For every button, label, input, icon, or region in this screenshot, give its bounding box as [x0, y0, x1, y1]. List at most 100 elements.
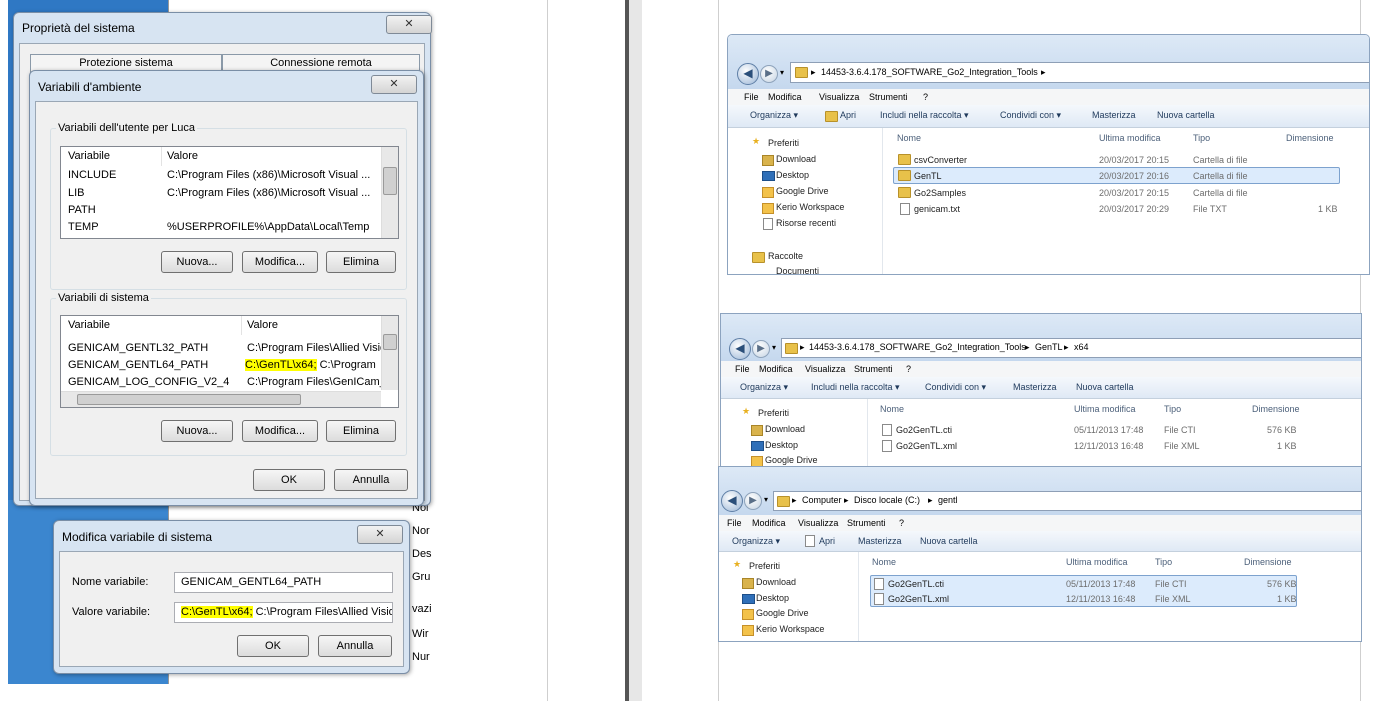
back-icon[interactable]: ◀: [737, 63, 759, 85]
nav-item-google-drive[interactable]: Google Drive: [776, 186, 829, 196]
column-header-valore[interactable]: Valore: [167, 147, 198, 166]
vertical-scrollbar[interactable]: [381, 147, 398, 238]
table-row-name[interactable]: LIB: [68, 187, 85, 199]
column-header-modified[interactable]: Ultima modifica: [1074, 404, 1136, 414]
menu-item-modifica[interactable]: Modifica: [759, 364, 793, 374]
column-header-name[interactable]: Nome: [897, 133, 921, 143]
menu-item-modifica[interactable]: Modifica: [768, 92, 802, 102]
burn-button[interactable]: Masterizza: [1013, 382, 1057, 392]
organize-button[interactable]: Organizza ▾: [740, 382, 788, 393]
table-row-name[interactable]: TEMP: [68, 221, 99, 233]
file-name[interactable]: Go2GenTL.cti: [896, 425, 952, 435]
column-header-size[interactable]: Dimensione: [1286, 133, 1334, 143]
address-bar[interactable]: ▸ 14453-3.6.4.178_SOFTWARE_Go2_Integrati…: [781, 338, 1361, 358]
breadcrumb-item[interactable]: Disco locale (C:): [854, 495, 920, 505]
include-library-button[interactable]: Includi nella raccolta ▾: [811, 382, 900, 393]
menu-item-strumenti[interactable]: Strumenti: [847, 518, 886, 528]
breadcrumb-item[interactable]: GenTL: [1035, 342, 1063, 352]
nav-item-desktop[interactable]: Desktop: [776, 170, 809, 180]
table-row-name[interactable]: INCLUDE: [68, 169, 116, 181]
forward-icon[interactable]: ▶: [744, 492, 762, 510]
menu-item-modifica[interactable]: Modifica: [752, 518, 786, 528]
table-row-value[interactable]: C:\GenTL\x64; C:\Program: [245, 359, 381, 371]
nav-item-download[interactable]: Download: [756, 577, 796, 587]
cancel-button[interactable]: Annulla: [318, 635, 392, 657]
nav-item-preferiti[interactable]: Preferiti: [758, 408, 789, 418]
new-folder-button[interactable]: Nuova cartella: [1076, 382, 1134, 392]
system-variables-list[interactable]: Variabile Valore GENICAM_GENTL32_PATH C:…: [60, 315, 399, 408]
scrollbar-thumb[interactable]: [383, 334, 397, 350]
nav-item-recent[interactable]: Risorse recenti: [776, 218, 836, 228]
forward-icon[interactable]: ▶: [760, 65, 778, 83]
file-name[interactable]: genicam.txt: [914, 204, 960, 214]
menu-item-help[interactable]: ?: [906, 364, 911, 374]
table-row-name[interactable]: PATH: [68, 204, 96, 216]
column-header-name[interactable]: Nome: [880, 404, 904, 414]
nav-item-kerio-workspace[interactable]: Kerio Workspace: [776, 202, 844, 212]
column-header-valore[interactable]: Valore: [247, 316, 278, 335]
address-bar[interactable]: ▸ 14453-3.6.4.178_SOFTWARE_Go2_Integrati…: [790, 62, 1369, 83]
open-button[interactable]: Apri: [819, 536, 835, 546]
horizontal-scrollbar[interactable]: [61, 391, 381, 407]
close-button[interactable]: ✕: [371, 75, 417, 94]
system-new-button[interactable]: Nuova...: [161, 420, 233, 442]
variable-value-field[interactable]: C:\GenTL\x64; C:\Program Files\Allied Vi…: [174, 602, 393, 623]
file-name[interactable]: GenTL: [914, 171, 942, 181]
file-name[interactable]: Go2GenTL.cti: [888, 579, 944, 589]
share-with-button[interactable]: Condividi con ▾: [1000, 110, 1061, 121]
system-delete-button[interactable]: Elimina: [326, 420, 396, 442]
column-header-modified[interactable]: Ultima modifica: [1099, 133, 1161, 143]
column-header-type[interactable]: Tipo: [1155, 557, 1172, 567]
file-name[interactable]: Go2GenTL.xml: [896, 441, 957, 451]
address-bar[interactable]: ▸ Computer ▸ Disco locale (C:) ▸ gentl: [773, 491, 1361, 511]
ok-button[interactable]: OK: [253, 469, 325, 491]
ok-button[interactable]: OK: [237, 635, 309, 657]
nav-item-google-drive[interactable]: Google Drive: [756, 608, 809, 618]
user-variables-list[interactable]: Variabile Valore INCLUDE C:\Program File…: [60, 146, 399, 239]
organize-button[interactable]: Organizza ▾: [750, 110, 798, 121]
cancel-button[interactable]: Annulla: [334, 469, 408, 491]
user-delete-button[interactable]: Elimina: [326, 251, 396, 273]
table-row-value[interactable]: C:\Program Files (x86)\Microsoft Visual …: [167, 169, 381, 181]
user-edit-button[interactable]: Modifica...: [242, 251, 318, 273]
breadcrumb-item[interactable]: 14453-3.6.4.178_SOFTWARE_Go2_Integration…: [821, 67, 1038, 77]
menu-item-visualizza[interactable]: Visualizza: [798, 518, 838, 528]
include-library-button[interactable]: Includi nella raccolta ▾: [880, 110, 969, 121]
table-row-value[interactable]: C:\Program Files (x86)\Microsoft Visual …: [167, 187, 381, 199]
new-folder-button[interactable]: Nuova cartella: [1157, 110, 1215, 120]
variable-name-field[interactable]: GENICAM_GENTL64_PATH: [174, 572, 393, 593]
nav-item-raccolte[interactable]: Raccolte: [768, 251, 803, 261]
menu-item-visualizza[interactable]: Visualizza: [805, 364, 845, 374]
column-header-name[interactable]: Nome: [872, 557, 896, 567]
open-button[interactable]: Apri: [840, 110, 856, 120]
table-row-value[interactable]: C:\Program Files\GenICam_: [247, 376, 381, 388]
nav-item-download[interactable]: Download: [765, 424, 805, 434]
column-header-variabile[interactable]: Variabile: [68, 147, 110, 166]
scrollbar-thumb[interactable]: [77, 394, 301, 405]
nav-item-preferiti[interactable]: Preferiti: [768, 138, 799, 148]
file-name[interactable]: Go2Samples: [914, 188, 966, 198]
menu-item-strumenti[interactable]: Strumenti: [854, 364, 893, 374]
history-dropdown-icon[interactable]: ▾: [764, 495, 768, 504]
column-header-modified[interactable]: Ultima modifica: [1066, 557, 1128, 567]
new-folder-button[interactable]: Nuova cartella: [920, 536, 978, 546]
nav-item-preferiti[interactable]: Preferiti: [749, 561, 780, 571]
back-icon[interactable]: ◀: [721, 490, 743, 512]
nav-item-desktop[interactable]: Desktop: [756, 593, 789, 603]
table-row-value[interactable]: %USERPROFILE%\AppData\Local\Temp: [167, 221, 381, 233]
forward-icon[interactable]: ▶: [752, 340, 770, 358]
column-header-type[interactable]: Tipo: [1193, 133, 1210, 143]
menu-item-file[interactable]: File: [735, 364, 750, 374]
nav-item-desktop[interactable]: Desktop: [765, 440, 798, 450]
breadcrumb-item[interactable]: gentl: [938, 495, 958, 505]
table-row-name[interactable]: GENICAM_GENTL64_PATH: [68, 359, 208, 371]
nav-item-kerio-workspace[interactable]: Kerio Workspace: [756, 624, 824, 634]
system-edit-button[interactable]: Modifica...: [242, 420, 318, 442]
menu-item-strumenti[interactable]: Strumenti: [869, 92, 908, 102]
column-header-size[interactable]: Dimensione: [1244, 557, 1292, 567]
menu-item-visualizza[interactable]: Visualizza: [819, 92, 859, 102]
menu-item-file[interactable]: File: [727, 518, 742, 528]
column-header-type[interactable]: Tipo: [1164, 404, 1181, 414]
burn-button[interactable]: Masterizza: [858, 536, 902, 546]
close-button[interactable]: ✕: [386, 15, 432, 34]
